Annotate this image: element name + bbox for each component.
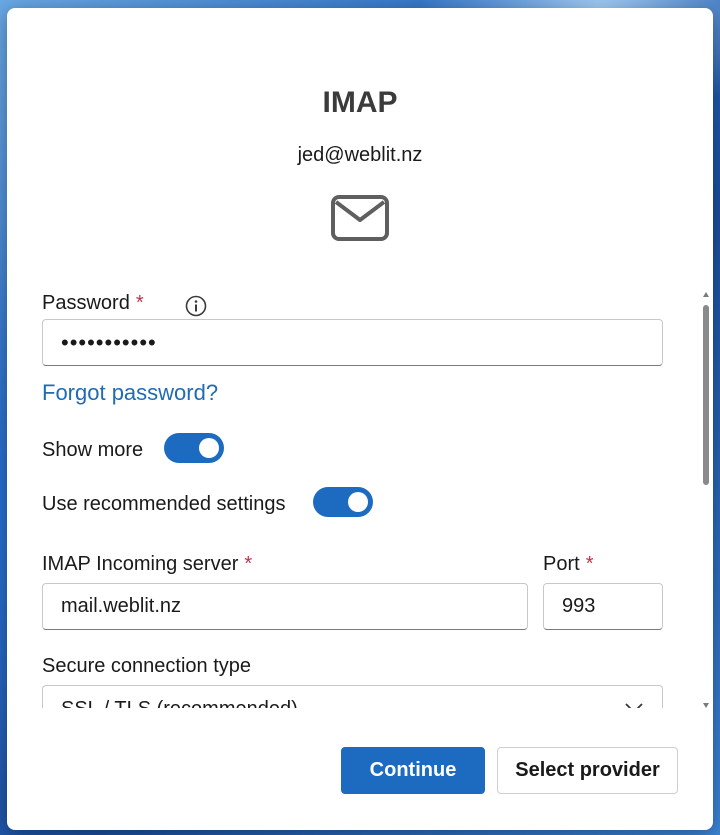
scroll-up-arrow-icon[interactable] [702,291,710,299]
mail-icon [331,195,389,241]
show-more-toggle[interactable] [164,433,224,463]
incoming-server-field[interactable]: mail.weblit.nz [42,583,528,630]
secure-connection-select[interactable]: SSL / TLS (recommended) [42,685,663,708]
account-email: jed@weblit.nz [297,144,423,166]
recommended-settings-toggle[interactable] [313,487,373,517]
secure-connection-value: SSL / TLS (recommended) [61,698,298,708]
required-mark: * [585,553,594,575]
scroll-down-arrow-icon[interactable] [702,701,710,709]
toggle-knob [348,492,368,512]
settings-scroll-area[interactable]: Password * ••••••••••• Forgot password? S… [7,278,713,708]
required-mark: * [135,292,144,314]
required-mark: * [244,553,253,575]
select-provider-button[interactable]: Select provider [497,747,678,794]
show-more-label: Show more [42,439,144,461]
port-field[interactable]: 993 [543,583,663,630]
password-field[interactable]: ••••••••••• [42,319,663,366]
continue-button[interactable]: Continue [341,747,485,794]
secure-connection-label: Secure connection type [42,655,252,677]
imap-dialog: IMAP jed@weblit.nz Password * •••••••••••… [7,8,713,830]
recommended-settings-label: Use recommended settings [42,493,286,515]
toggle-knob [199,438,219,458]
scrollbar-thumb[interactable] [703,305,709,485]
info-icon[interactable] [185,295,207,317]
password-label: Password * [42,292,207,317]
incoming-server-label: IMAP Incoming server * [42,553,253,575]
scrollbar[interactable] [702,291,710,711]
chevron-down-icon [625,703,643,708]
dialog-title: IMAP [322,86,398,119]
forgot-password-link[interactable]: Forgot password? [42,380,218,406]
port-label: Port * [543,553,594,575]
